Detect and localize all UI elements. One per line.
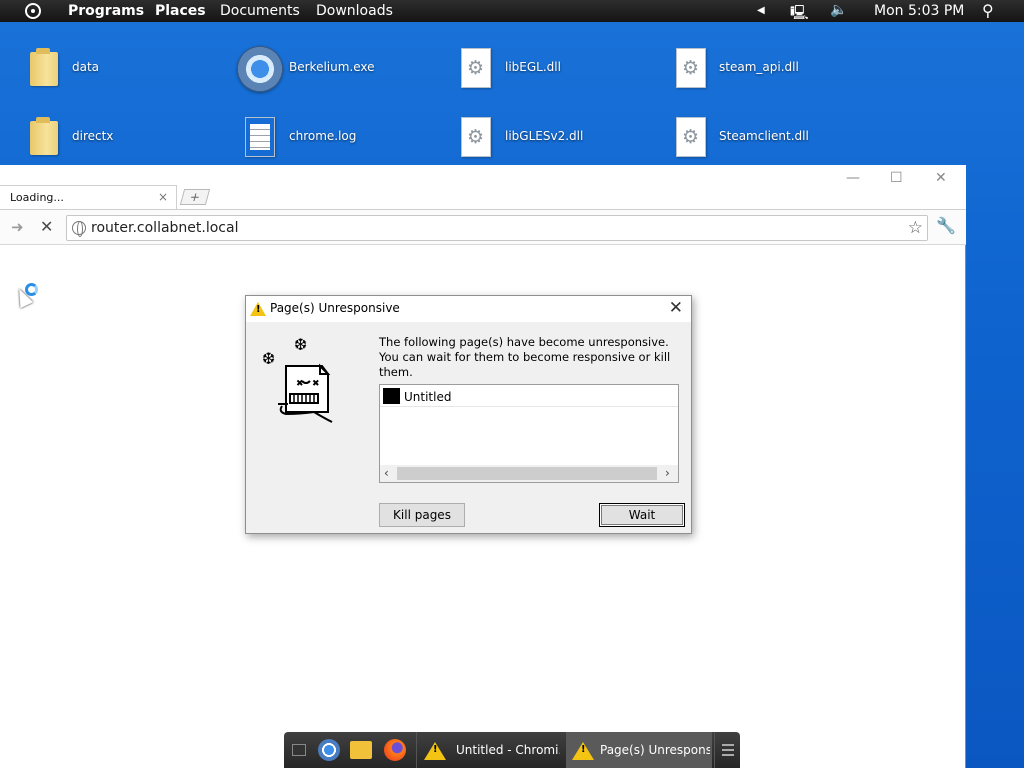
dll-file-icon: ⚙ (455, 115, 495, 161)
desktop-icon-steamclient[interactable]: ⚙ Steamclient.dll (670, 115, 880, 163)
bookmark-star-icon[interactable]: ☆ (908, 218, 923, 238)
page-favicon-icon (383, 388, 400, 404)
browser-frame: Loading... × + — ☐ ✕ ➜ ✕ router.collabne… (0, 165, 966, 245)
svg-text:❆: ❆ (262, 349, 275, 368)
network-icon[interactable]: 🖳 (790, 2, 809, 26)
dll-file-icon: ⚙ (670, 46, 710, 92)
taskbar-item-dialog[interactable]: Page(s) Unrespons... (566, 732, 712, 768)
address-bar[interactable]: router.collabnet.local ☆ (66, 215, 928, 241)
minimize-button[interactable]: — (846, 170, 860, 186)
volume-icon[interactable]: 🔈 (830, 2, 847, 18)
desktop-icon-label: libEGL.dll (505, 60, 561, 74)
file-manager-launcher-icon[interactable] (348, 732, 376, 768)
desktop-icon-label: directx (72, 129, 114, 143)
taskbar-item-label: Untitled - Chromi... (456, 743, 560, 757)
warning-icon (250, 302, 266, 316)
desktop-icon-label: Steamclient.dll (719, 129, 809, 143)
tray-arrow-icon[interactable]: ◀ (757, 5, 765, 16)
menu-programs[interactable]: Programs (68, 3, 144, 19)
taskbar-item-label: Page(s) Unrespons... (600, 743, 710, 757)
list-item[interactable]: Untitled (380, 385, 678, 407)
desktop-icon-libglesv2[interactable]: ⚙ libGLESv2.dll (455, 115, 665, 163)
desktop-icon-chrome-log[interactable]: chrome.log (239, 115, 449, 163)
dialog-close-button[interactable]: ✕ (669, 298, 683, 318)
search-icon[interactable]: ⚲ (982, 1, 994, 20)
busy-spinner-icon (25, 283, 38, 296)
desktop-icon-libegl[interactable]: ⚙ libEGL.dll (455, 46, 665, 94)
wrench-menu-icon[interactable]: 🔧 (936, 216, 956, 235)
tab-loading[interactable]: Loading... × (0, 185, 177, 209)
desktop-icon-label: Berkelium.exe (289, 60, 375, 74)
svg-text:✖: ✖ (296, 379, 304, 389)
dialog-title: Page(s) Unresponsive (270, 301, 400, 315)
page-title: Untitled (404, 390, 452, 404)
kill-pages-button[interactable]: Kill pages (379, 503, 465, 527)
svg-text:❆: ❆ (294, 335, 307, 354)
warning-icon (424, 742, 446, 760)
warning-icon (572, 742, 594, 760)
desktop-icon-steam-api[interactable]: ⚙ steam_api.dll (670, 46, 880, 94)
scroll-thumb[interactable] (397, 467, 657, 480)
address-url: router.collabnet.local (91, 220, 239, 236)
stop-loading-button[interactable]: ✕ (40, 217, 53, 236)
new-tab-button[interactable]: + (179, 189, 211, 205)
unresponsive-dialog: Page(s) Unresponsive ✕ ❆ ❆ ✖ ✖ The follo… (245, 295, 692, 534)
menu-places[interactable]: Places (155, 3, 206, 19)
sad-tab-icon: ❆ ❆ ✖ ✖ (262, 335, 333, 423)
desktop-icon-berkelium[interactable]: Berkelium.exe (237, 46, 447, 94)
horizontal-scrollbar[interactable]: ‹ › (380, 465, 678, 482)
dialog-titlebar: Page(s) Unresponsive ✕ (246, 296, 691, 322)
browser-toolbar: ➜ ✕ router.collabnet.local ☆ 🔧 (0, 209, 966, 245)
svg-text:✖: ✖ (312, 379, 320, 389)
scroll-left-icon[interactable]: ‹ (384, 466, 389, 480)
top-panel: Programs Places Documents Downloads ◀ 🖳 … (0, 0, 1024, 22)
dialog-message: The following page(s) have become unresp… (379, 335, 671, 379)
clock[interactable]: Mon 5:03 PM (874, 3, 964, 19)
desktop-icon-label: data (72, 60, 100, 74)
firefox-launcher-icon[interactable] (382, 732, 410, 768)
scroll-right-icon[interactable]: › (665, 466, 670, 480)
forward-button[interactable]: ➜ (11, 218, 24, 236)
desktop-icon-label: libGLESv2.dll (505, 129, 584, 143)
taskbar-item-chromium[interactable]: Untitled - Chromi... (418, 732, 564, 768)
wait-button[interactable]: Wait (599, 503, 685, 527)
desktop-icon-directx[interactable]: directx (26, 115, 236, 163)
taskbar: Untitled - Chromi... Page(s) Unrespons..… (284, 732, 740, 768)
text-file-icon (239, 115, 279, 161)
chromium-launcher-icon[interactable] (316, 732, 344, 768)
show-desktop-button[interactable] (288, 732, 312, 768)
globe-icon (72, 221, 86, 237)
close-window-button[interactable]: ✕ (935, 170, 947, 186)
desktop-icon-label: steam_api.dll (719, 60, 799, 74)
menu-downloads[interactable]: Downloads (316, 3, 393, 19)
folder-icon (26, 115, 66, 161)
folder-icon (26, 46, 66, 92)
desktop-icon-label: chrome.log (289, 129, 357, 143)
tab-close-icon[interactable]: × (158, 190, 168, 204)
taskbar-menu-icon[interactable] (718, 732, 738, 768)
unresponsive-page-list[interactable]: Untitled ‹ › (379, 384, 679, 483)
chrome-app-icon (237, 46, 283, 92)
desktop-icon-data[interactable]: data (26, 46, 236, 94)
maximize-button[interactable]: ☐ (890, 170, 903, 186)
app-menu-icon[interactable] (25, 3, 41, 19)
menu-documents[interactable]: Documents (220, 3, 300, 19)
dll-file-icon: ⚙ (670, 115, 710, 161)
tab-title: Loading... (10, 191, 64, 204)
dll-file-icon: ⚙ (455, 46, 495, 92)
